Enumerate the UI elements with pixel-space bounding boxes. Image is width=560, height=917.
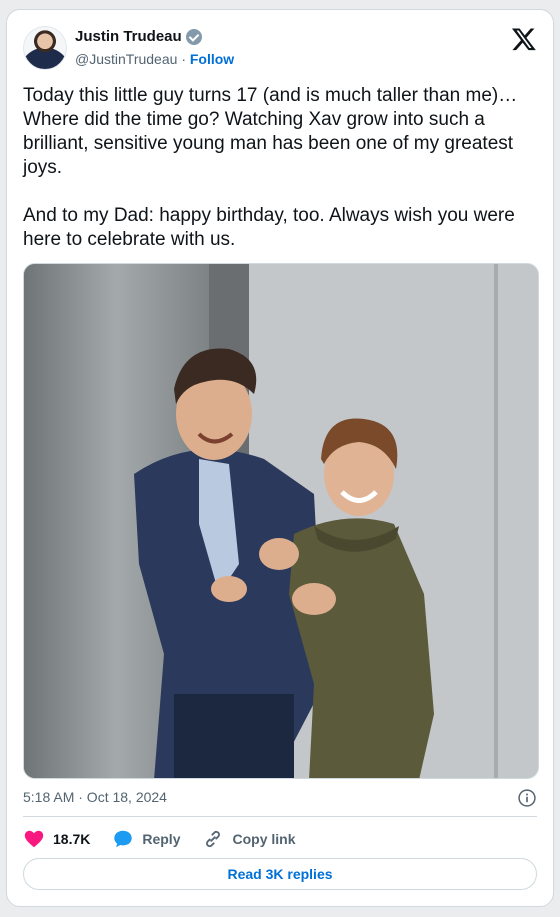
x-logo-icon[interactable] <box>511 26 537 52</box>
reply-bubble-icon <box>114 830 133 848</box>
verified-badge-icon <box>185 28 202 45</box>
photo-illustration <box>24 264 538 778</box>
heart-icon <box>24 830 44 848</box>
read-replies-button[interactable]: Read 3K replies <box>23 858 537 890</box>
author-name[interactable]: Justin Trudeau <box>75 28 182 45</box>
tweet-card: Justin Trudeau @JustinTrudeau · Follow T… <box>6 9 554 907</box>
author-name-line: Justin Trudeau <box>75 28 202 45</box>
reply-label: Reply <box>142 831 181 847</box>
copy-link-button[interactable]: Copy link <box>202 828 296 850</box>
divider <box>23 816 537 817</box>
tweet-header: Justin Trudeau @JustinTrudeau · Follow <box>23 24 537 74</box>
reply-button[interactable]: Reply <box>112 828 180 850</box>
like-count: 18.7K <box>53 831 91 847</box>
copy-link-label: Copy link <box>232 831 296 847</box>
action-bar: 18.7K Reply Copy link <box>23 826 318 852</box>
tweet-photo[interactable] <box>23 263 539 779</box>
author-handle-line: @JustinTrudeau · Follow <box>75 51 234 67</box>
read-replies-label: Read 3K replies <box>227 866 333 882</box>
link-icon <box>206 830 221 848</box>
author-avatar[interactable] <box>23 26 67 70</box>
tweet-text: Today this little guy turns 17 (and is m… <box>23 85 518 250</box>
separator-dot: · <box>181 51 186 67</box>
tweet-timestamp[interactable]: 5:18 AM · Oct 18, 2024 <box>23 789 167 805</box>
info-icon[interactable] <box>517 788 537 808</box>
follow-link[interactable]: Follow <box>190 51 234 67</box>
author-handle[interactable]: @JustinTrudeau <box>75 51 177 67</box>
like-button[interactable]: 18.7K <box>23 828 90 850</box>
